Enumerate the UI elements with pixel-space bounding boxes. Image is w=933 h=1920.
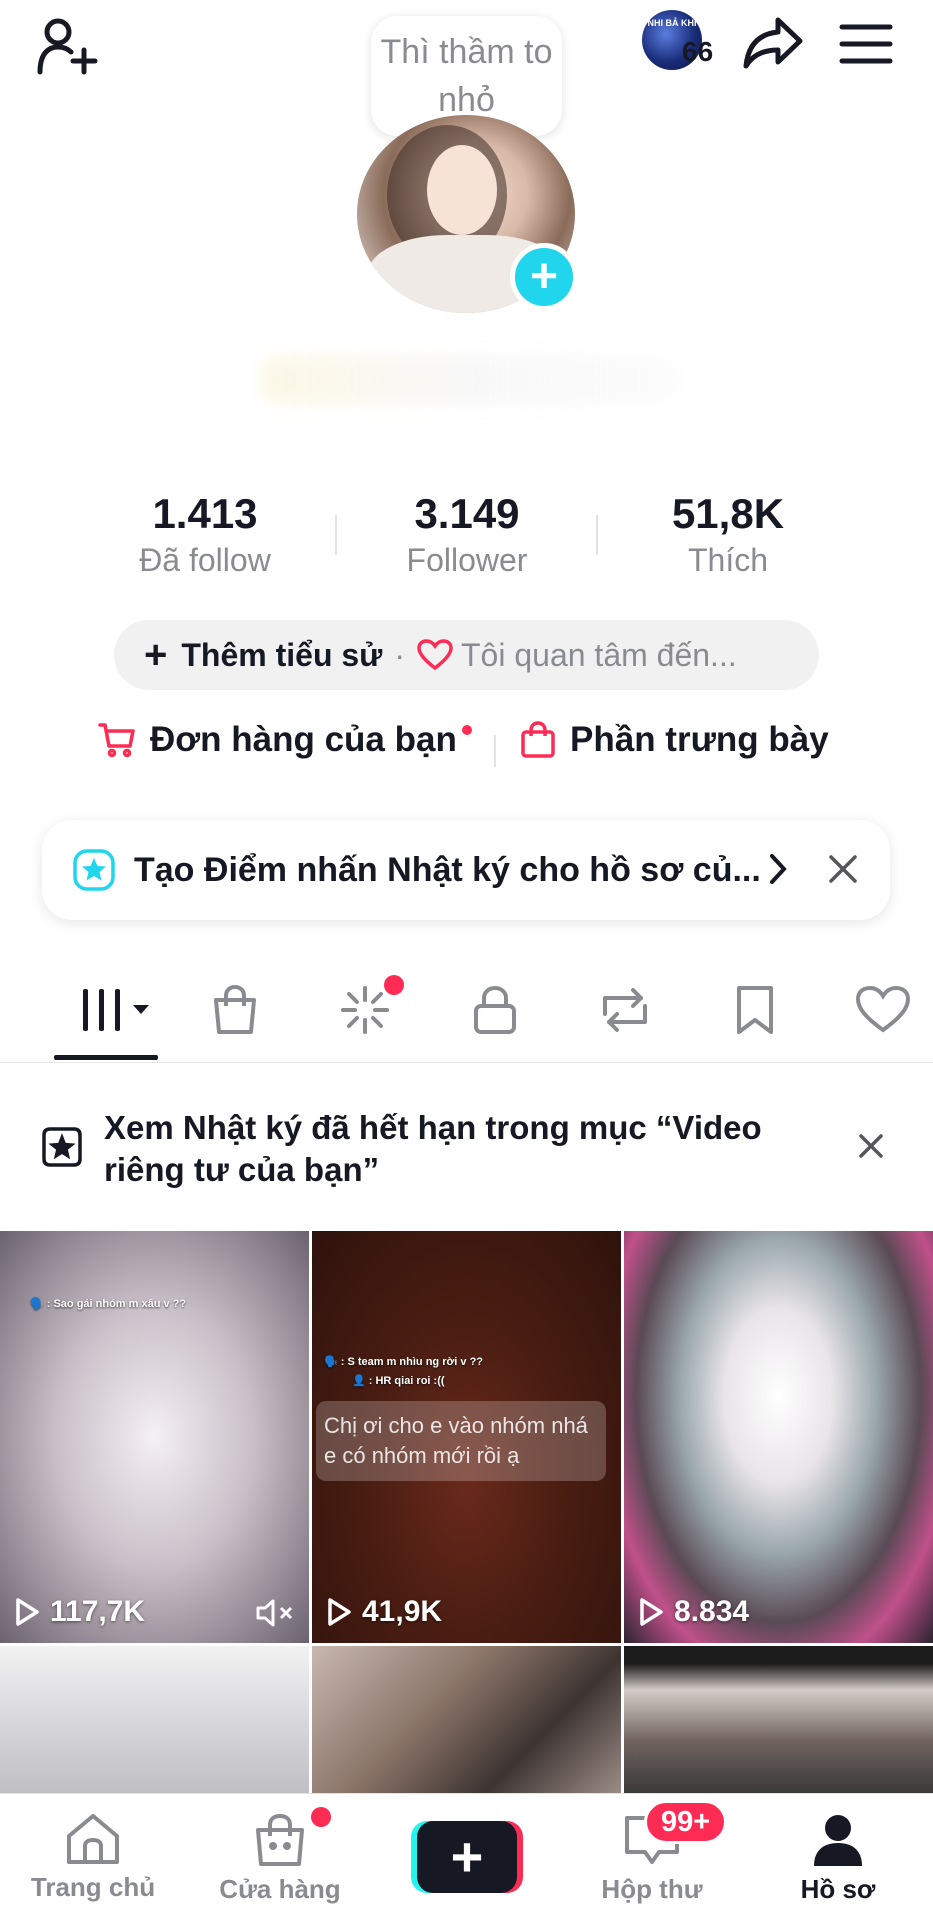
orders-notification-dot [462, 725, 472, 735]
stat-followers[interactable]: 3.149 Follower [367, 490, 567, 579]
username-blurred [260, 355, 680, 405]
video-thumbnail-2[interactable]: 🗣️ : S team m nhìu ng rời v ?? 👤 : HR qi… [312, 1231, 621, 1643]
video-thumbnail-1[interactable]: 🗣️ : Sao gái nhóm m xấu v ?? 117,7K [0, 1231, 309, 1643]
muted-icon [255, 1597, 295, 1629]
stat-followers-value: 3.149 [414, 490, 520, 537]
add-avatar-story-button[interactable]: + [510, 243, 578, 311]
tab-shop[interactable] [200, 975, 270, 1045]
add-friend-icon[interactable] [30, 10, 102, 82]
view-count-value: 41,9K [362, 1595, 443, 1628]
stat-following-value: 1.413 [152, 490, 258, 537]
add-bio-button[interactable]: Thêm tiểu sử [181, 637, 382, 674]
cart-icon [98, 722, 136, 758]
play-icon [16, 1598, 39, 1626]
bio-separator: · [394, 636, 405, 673]
banner-text: Tạo Điểm nhấn Nhật ký cho hồ sơ củ... [134, 850, 761, 889]
shop-notification-dot [311, 1807, 331, 1827]
star-badge-icon [72, 848, 116, 892]
bio-pill: + Thêm tiểu sử · Tôi quan tâm đến... [114, 620, 819, 690]
stat-likes-value: 51,8K [671, 490, 785, 537]
shopping-bag-icon [190, 1812, 370, 1868]
video-thumbnail-4[interactable] [0, 1646, 309, 1793]
stat-following-label: Đã follow [139, 542, 271, 578]
level-badge[interactable]: NHI BẢ KHI 66 [640, 10, 720, 72]
home-icon [3, 1812, 183, 1866]
shopping-bag-icon [210, 984, 260, 1036]
menu-icon[interactable] [834, 12, 898, 76]
tab-private[interactable] [460, 975, 530, 1045]
heart-icon [417, 639, 453, 671]
stat-following[interactable]: 1.413 Đã follow [105, 490, 305, 579]
nav-inbox-label: Hộp thư [601, 1874, 703, 1904]
level-badge-label: NHI BẢ KHI [647, 18, 697, 28]
video-caption-secondary: 👤 : HR qiai roi :(( [352, 1375, 445, 1387]
avatar-photo-face [427, 145, 497, 235]
stat-likes-label: Thích [687, 542, 769, 578]
tab-liked[interactable] [848, 975, 918, 1045]
nav-shop[interactable]: Cửa hàng [190, 1812, 370, 1905]
nav-profile[interactable]: Hồ sơ [748, 1812, 928, 1905]
profile-icon [748, 1812, 928, 1868]
bookmark-icon [733, 984, 777, 1036]
video-thumbnail-3[interactable]: 8.834 [624, 1231, 933, 1643]
bottom-navigation: Trang chủ Cửa hàng + Hộp thư Hồ sơ [0, 1793, 933, 1920]
tab-reposts[interactable] [590, 975, 660, 1045]
plus-icon: + [144, 633, 168, 677]
view-count-value: 8.834 [674, 1595, 750, 1628]
orders-label: Đơn hàng của bạn [150, 720, 457, 759]
notice-text: Xem Nhật ký đã hết hạn trong mục “Video … [104, 1109, 762, 1188]
video-thumbnail-5[interactable] [312, 1646, 621, 1793]
video-caption: 🗣️ : Sao gái nhóm m xấu v ?? [30, 1298, 187, 1310]
lock-icon [472, 984, 518, 1036]
video-caption: 🗣️ : S team m nhìu ng rời v ?? [324, 1356, 484, 1368]
shopping-bag-icon [520, 721, 556, 759]
showcase-button[interactable]: Phần trưng bày [520, 720, 829, 760]
showcase-label: Phần trưng bày [570, 720, 829, 759]
diary-highlight-banner[interactable]: Tạo Điểm nhấn Nhật ký cho hồ sơ củ... [42, 820, 890, 920]
heart-icon [855, 985, 911, 1035]
tab-favorites[interactable] [720, 975, 790, 1045]
nav-profile-label: Hồ sơ [800, 1874, 876, 1904]
nav-home[interactable]: Trang chủ [3, 1812, 183, 1903]
video-overlay-text: Chị ơi cho e vào nhóm nhá e có nhóm mới … [316, 1401, 606, 1481]
tooltip-text: Thì thầm to nhỏ [380, 33, 553, 119]
video-thumbnail-6[interactable] [624, 1646, 933, 1793]
chevron-right-icon[interactable] [768, 852, 788, 886]
highlights-notification-dot [384, 975, 404, 995]
tab-videos[interactable] [72, 975, 162, 1045]
view-count: 8.834 [638, 1595, 749, 1629]
nav-shop-label: Cửa hàng [219, 1874, 341, 1904]
repost-icon [597, 984, 653, 1036]
grid-icon [77, 985, 157, 1035]
interests-button[interactable]: Tôi quan tâm đến... [461, 637, 737, 674]
active-tab-indicator [54, 1055, 158, 1060]
close-icon[interactable] [858, 1133, 884, 1159]
plus-icon: + [417, 1821, 517, 1893]
inbox-badge: 99+ [644, 1800, 728, 1844]
stat-followers-label: Follower [406, 542, 528, 578]
level-badge-count: 66 [682, 36, 714, 67]
share-icon[interactable] [738, 8, 808, 78]
stat-divider [335, 515, 337, 555]
stat-divider [596, 515, 598, 555]
orders-divider [494, 735, 496, 767]
stat-likes[interactable]: 51,8K Thích [628, 490, 828, 579]
view-count-value: 117,7K [50, 1595, 146, 1628]
close-icon[interactable] [828, 854, 858, 884]
view-count: 117,7K [14, 1595, 145, 1629]
nav-home-label: Trang chủ [30, 1872, 156, 1902]
create-button[interactable]: + [411, 1821, 523, 1893]
view-count: 41,9K [326, 1595, 442, 1629]
play-icon [328, 1598, 351, 1626]
play-icon [640, 1598, 663, 1626]
orders-button[interactable]: Đơn hàng của bạn [98, 720, 457, 760]
diary-icon [40, 1125, 84, 1169]
